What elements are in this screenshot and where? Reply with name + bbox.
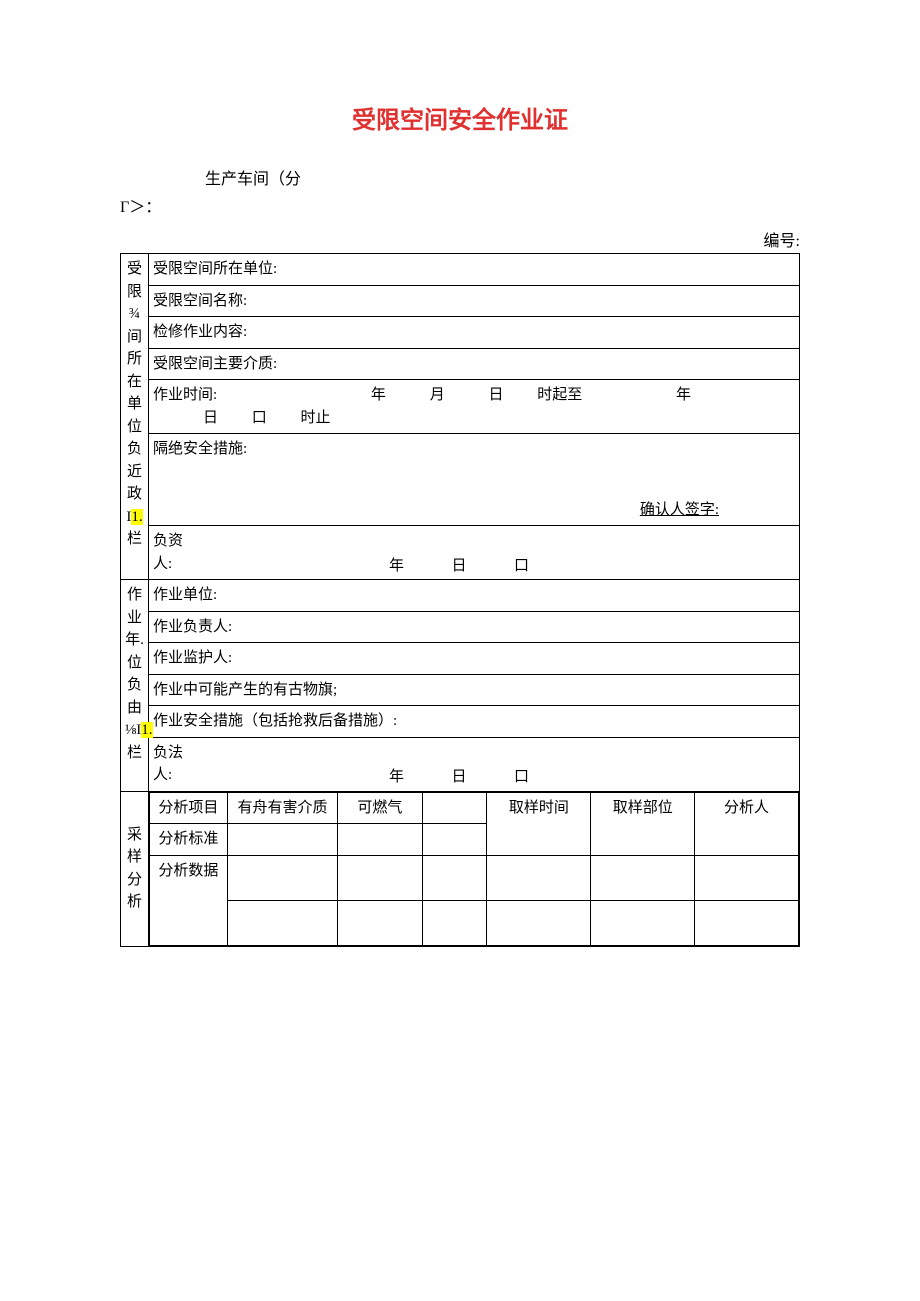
secA-date-d: 口 bbox=[514, 558, 529, 574]
repair-content-field[interactable]: 检修作业内容: bbox=[149, 317, 800, 349]
an-h2: 有舟有害介质 bbox=[227, 792, 337, 824]
an-h5: 取样时间 bbox=[487, 792, 591, 855]
time-l2d: 口 bbox=[252, 410, 267, 426]
time-from: 时起至 bbox=[537, 387, 582, 403]
subhead-line1: 生产车间（分 bbox=[205, 165, 800, 189]
time-y2: 年 bbox=[676, 387, 691, 403]
work-unit-field[interactable]: 作业单位: bbox=[149, 580, 800, 612]
unit-field[interactable]: 受限空间所在单位: bbox=[149, 254, 800, 286]
secA-date-y: 年 bbox=[389, 558, 404, 574]
an-r3c4[interactable] bbox=[422, 855, 487, 900]
space-name-field[interactable]: 受限空间名称: bbox=[149, 285, 800, 317]
an-r4c7[interactable] bbox=[695, 900, 799, 945]
an-r2c1: 分析标准 bbox=[150, 824, 228, 856]
secB-responsible-field[interactable]: 负法 人: 年 日 口 bbox=[149, 737, 800, 791]
an-r4c5[interactable] bbox=[487, 900, 591, 945]
work-leader-field[interactable]: 作业负责人: bbox=[149, 611, 800, 643]
safety-measures-field[interactable]: 作业安全措施（包括抢救后备措施）: bbox=[149, 706, 800, 738]
serial-label: 编号: bbox=[120, 227, 800, 251]
an-r3c7[interactable] bbox=[695, 855, 799, 900]
isolation-label: 隔绝安全措施: bbox=[153, 441, 247, 457]
secB-date-m: 日 bbox=[452, 769, 467, 785]
hazard-field[interactable]: 作业中可能产生的有古物旗; bbox=[149, 674, 800, 706]
analysis-table: 分析项目 有舟有害介质 可燃气 取样时间 取样部位 分析人 分析标准 bbox=[149, 792, 799, 946]
an-r4c3[interactable] bbox=[338, 900, 422, 945]
page-title: 受限空间安全作业证 bbox=[120, 100, 800, 135]
an-r3c5[interactable] bbox=[487, 855, 591, 900]
analysis-wrap: 分析项目 有舟有害介质 可燃气 取样时间 取样部位 分析人 分析标准 bbox=[149, 791, 800, 946]
an-h6: 取样部位 bbox=[591, 792, 695, 855]
an-r2c2[interactable] bbox=[227, 824, 337, 856]
secA-resp-a: 负资 bbox=[153, 533, 183, 549]
an-r4c4[interactable] bbox=[422, 900, 487, 945]
isolation-measures-field[interactable]: 隔绝安全措施: 确认人签字: bbox=[149, 434, 800, 526]
sideC-label: 采样分析 bbox=[125, 824, 144, 914]
secB-date-y: 年 bbox=[389, 769, 404, 785]
form-table: 受限¾间所在单位负近政I1.栏 受限空间所在单位: 受限空间名称: 检修作业内容… bbox=[120, 253, 800, 947]
an-r2c4[interactable] bbox=[422, 824, 487, 856]
section-b-side: 作业年.位负由⅛I1. 栏 bbox=[121, 580, 149, 792]
an-r4c6[interactable] bbox=[591, 900, 695, 945]
an-r4c2[interactable] bbox=[227, 900, 337, 945]
an-h1: 分析项目 bbox=[150, 792, 228, 824]
an-r3c6[interactable] bbox=[591, 855, 695, 900]
sideA-suffix: 栏 bbox=[127, 531, 142, 547]
secB-date-d: 口 bbox=[514, 769, 529, 785]
secB-resp-a: 负法 bbox=[153, 745, 183, 761]
an-h7: 分析人 bbox=[695, 792, 799, 855]
time-label: 作业时间: bbox=[153, 387, 217, 403]
section-c-side: 采样分析 bbox=[121, 791, 149, 946]
an-h4 bbox=[422, 792, 487, 824]
sideA-prefix: 受限¾间所在单位负近政I bbox=[126, 261, 142, 525]
an-r3c2[interactable] bbox=[227, 855, 337, 900]
time-y1: 年 bbox=[371, 387, 386, 403]
subhead-line2: Γ＞： bbox=[120, 193, 800, 217]
time-d1: 日 bbox=[488, 387, 503, 403]
work-time-field[interactable]: 作业时间: 年 月 日 时起至 年 日 口 时止 bbox=[149, 380, 800, 434]
secA-resp-b: 人: bbox=[153, 556, 172, 572]
an-h3: 可燃气 bbox=[338, 792, 422, 824]
an-r2c3[interactable] bbox=[338, 824, 422, 856]
confirm-sign-label: 确认人签字: bbox=[640, 499, 719, 522]
secA-date-m: 日 bbox=[452, 558, 467, 574]
an-r3c3[interactable] bbox=[338, 855, 422, 900]
section-a-side: 受限¾间所在单位负近政I1. 栏 bbox=[121, 254, 149, 580]
sideB-hl: 1. bbox=[141, 722, 152, 738]
time-m1: 月 bbox=[430, 387, 445, 403]
secB-resp-b: 人: bbox=[153, 767, 172, 783]
secA-responsible-field[interactable]: 负资 人: 年 日 口 bbox=[149, 526, 800, 580]
sideB-prefix: 作业年.位负由⅛I bbox=[125, 587, 144, 738]
sideB-suffix: 栏 bbox=[127, 745, 142, 761]
time-l2end: 时止 bbox=[301, 410, 331, 426]
time-l2m: 日 bbox=[203, 410, 218, 426]
main-medium-field[interactable]: 受限空间主要介质: bbox=[149, 348, 800, 380]
an-r3c1: 分析数据 bbox=[150, 855, 228, 945]
sideA-hl: 1. bbox=[131, 509, 142, 525]
supervisor-field[interactable]: 作业监护人: bbox=[149, 643, 800, 675]
